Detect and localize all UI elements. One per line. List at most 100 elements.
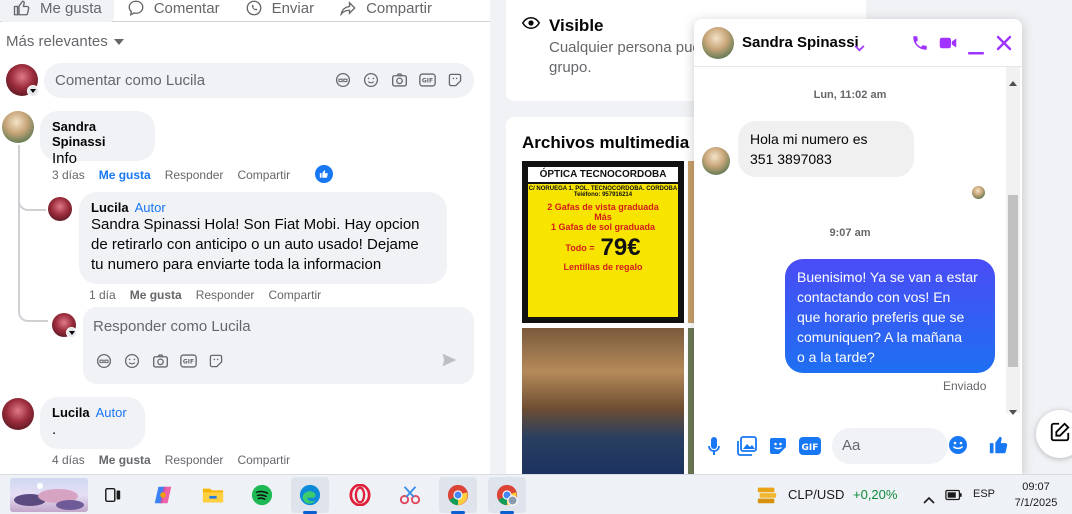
like-reaction-icon[interactable] (315, 165, 333, 183)
gif-icon[interactable]: GIF (418, 71, 436, 89)
like-button[interactable]: Me gusta (0, 0, 114, 22)
video-call-icon[interactable] (939, 35, 957, 56)
camera-icon[interactable] (390, 71, 408, 89)
thumbs-up-send-icon[interactable] (988, 434, 1010, 461)
like-link[interactable]: Me gusta (99, 168, 151, 182)
reply-link[interactable]: Responder (196, 288, 255, 302)
image-icon[interactable] (737, 436, 757, 461)
media-thumbnail-photo[interactable] (522, 328, 684, 474)
share-link[interactable]: Compartir (268, 288, 321, 302)
share-icon (338, 0, 358, 18)
reply-link[interactable]: Responder (165, 168, 224, 182)
outgoing-message[interactable]: Buenisimo! Ya se van a estar contactando… (785, 259, 995, 373)
emoji-icon[interactable] (948, 435, 968, 460)
gif-icon[interactable]: GIF (179, 352, 197, 370)
microphone-icon[interactable] (708, 437, 720, 462)
avatar-sticker-icon[interactable] (334, 71, 352, 89)
comment-tools: GIF (334, 71, 464, 89)
comments-panel: Me gusta Comentar Enviar Compartir Más r… (0, 0, 490, 474)
media-title[interactable]: Archivos multimedia re (522, 133, 710, 153)
battery-icon[interactable] (945, 488, 963, 507)
chrome-profile-icon[interactable] (493, 481, 521, 509)
message-input[interactable]: Aa (832, 428, 948, 464)
widgets-thumbnail[interactable] (10, 478, 88, 512)
chat-scrollbar-thumb[interactable] (1008, 195, 1018, 367)
comment-time[interactable]: 3 días (52, 168, 85, 182)
share-button[interactable]: Compartir (326, 0, 444, 22)
like-label: Me gusta (40, 0, 102, 17)
currency-widget-icon[interactable] (756, 484, 778, 511)
optica-line2: Más (594, 212, 612, 222)
comment-author[interactable]: Lucila (52, 405, 90, 420)
chat-contact-name[interactable]: Sandra Spinassi (742, 34, 859, 51)
comment-bubble: Sandra Spinassi Info (40, 111, 155, 167)
comment-button[interactable]: Comentar (114, 0, 232, 22)
media-thumbnail-optica[interactable]: ÓPTICA TECNOCORDOBA C/ NORUEGA 1. POL. T… (522, 161, 684, 323)
opera-icon[interactable] (346, 481, 374, 509)
comment-meta: 3 días Me gusta Responder Compartir (52, 168, 290, 182)
sort-dropdown[interactable]: Más relevantes (6, 33, 124, 50)
sticker-icon[interactable] (207, 352, 225, 370)
comment-icon (126, 0, 146, 18)
optica-footer: Lentillas de regalo (563, 262, 643, 272)
snipping-tool-icon[interactable] (396, 481, 424, 509)
copilot-icon[interactable] (149, 481, 177, 509)
comment-field[interactable]: Comentar como Lucila GIF (44, 63, 474, 98)
account-switch-icon[interactable] (66, 327, 77, 338)
file-explorer-icon[interactable] (199, 481, 227, 509)
gif-icon[interactable]: GIF (799, 437, 821, 460)
currency-change[interactable]: +0,20% (853, 487, 897, 502)
input-language[interactable]: ESP (973, 488, 995, 500)
task-view-icon[interactable] (99, 481, 127, 509)
incoming-message[interactable]: Hola mi numero es 351 3897083 (738, 121, 914, 177)
scroll-down-arrow-icon[interactable] (1009, 402, 1017, 420)
chevron-down-icon[interactable] (854, 39, 865, 57)
like-link[interactable]: Me gusta (99, 453, 151, 467)
spotify-icon[interactable] (248, 481, 276, 509)
eye-icon (521, 16, 541, 35)
new-message-button[interactable] (1036, 410, 1072, 458)
scroll-up-arrow-icon[interactable] (1009, 73, 1017, 91)
svg-text:GIF: GIF (802, 443, 819, 453)
optica-price-row: Todo = 79€ (528, 234, 678, 262)
sticker-icon[interactable] (768, 436, 788, 461)
avatar-lucila[interactable] (2, 398, 34, 430)
avatar-sandra[interactable] (2, 111, 34, 143)
reply-link[interactable]: Responder (165, 453, 224, 467)
edge-icon[interactable] (296, 481, 324, 509)
comment-author[interactable]: Sandra Spinassi (52, 119, 143, 149)
chevron-up-icon[interactable] (923, 491, 935, 509)
close-icon[interactable] (996, 35, 1012, 56)
messenger-chat-window: Sandra Spinassi Lun, 11:02 am Hola mi nu… (694, 19, 1022, 475)
currency-pair[interactable]: CLP/USD (788, 487, 844, 502)
like-link[interactable]: Me gusta (130, 288, 182, 302)
phone-icon[interactable] (911, 34, 929, 57)
message-input-placeholder: Aa (842, 437, 861, 454)
reply-field[interactable]: Responder como Lucila GIF (83, 307, 474, 384)
reply-tools: GIF (95, 352, 225, 370)
emoji-icon[interactable] (362, 71, 380, 89)
comment-bubble: Lucila Autor Sandra Spinassi Hola! Son Fi… (79, 192, 447, 284)
optica-phone: Teléfono: 957916214 (573, 192, 633, 198)
avatar-lucila[interactable] (48, 197, 72, 221)
chat-message-list[interactable]: Lun, 11:02 am Hola mi numero es 351 3897… (694, 67, 1006, 413)
camera-icon[interactable] (151, 352, 169, 370)
send-arrow-icon[interactable] (441, 352, 457, 372)
avatar-sticker-icon[interactable] (95, 352, 113, 370)
share-link[interactable]: Compartir (237, 453, 290, 467)
comment-time[interactable]: 1 día (89, 288, 116, 302)
emoji-icon[interactable] (123, 352, 141, 370)
chat-avatar[interactable] (702, 27, 734, 59)
windows-taskbar: CLP/USD +0,20% ESP 09:07 7/1/2025 (0, 474, 1072, 514)
comment-time[interactable]: 4 días (52, 453, 85, 467)
minimize-icon[interactable] (968, 42, 984, 60)
chrome-icon[interactable] (444, 481, 472, 509)
clock[interactable]: 09:07 7/1/2025 (1008, 479, 1064, 511)
comment-author[interactable]: Lucila (91, 200, 129, 215)
comment-label: Comentar (153, 0, 220, 17)
share-link[interactable]: Compartir (237, 168, 290, 182)
account-switch-icon[interactable] (27, 85, 39, 97)
optica-price: 79€ (600, 234, 641, 261)
sticker-icon[interactable] (446, 71, 464, 89)
send-button[interactable]: Enviar (232, 0, 327, 22)
